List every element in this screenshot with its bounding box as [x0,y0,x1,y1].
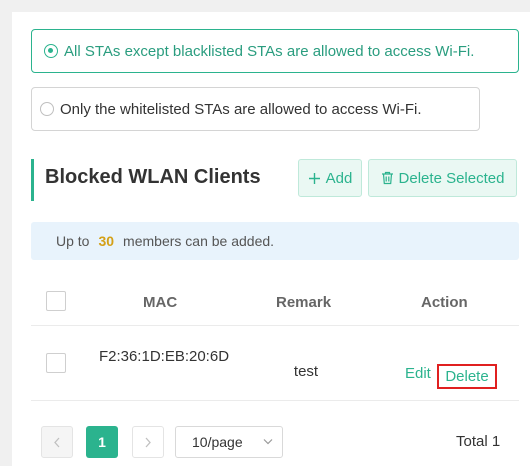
pagination-prev-button[interactable] [41,426,73,458]
select-all-checkbox[interactable] [46,291,66,311]
table-header-divider [31,325,519,326]
add-button-label: Add [325,169,353,187]
notice-suffix: members can be added. [123,233,275,249]
plus-icon [308,172,321,185]
add-button[interactable]: Add [298,159,362,197]
row-edit-link[interactable]: Edit [405,365,431,382]
radio-selected-icon[interactable] [44,44,58,58]
column-header-action: Action [421,294,468,311]
column-header-remark: Remark [276,294,332,311]
chevron-left-icon [54,437,60,447]
radio-unselected-icon[interactable] [40,102,54,116]
row-checkbox[interactable] [46,353,66,373]
notice-prefix: Up to [56,233,90,249]
content-panel: All STAs except blacklisted STAs are all… [12,12,530,466]
trash-icon [381,171,394,185]
radio-option-blacklist-label: All STAs except blacklisted STAs are all… [64,42,475,60]
delete-selected-button[interactable]: Delete Selected [368,159,517,197]
radio-option-blacklist[interactable]: All STAs except blacklisted STAs are all… [31,29,519,73]
delete-selected-button-label: Delete Selected [398,169,505,187]
radio-option-whitelist[interactable]: Only the whitelisted STAs are allowed to… [31,87,480,131]
section-title-accent [31,159,34,201]
row-delete-link[interactable]: Delete [437,364,497,389]
table-row-divider [31,400,519,401]
row-mac: F2:36:1D:EB:20:6D [98,348,230,365]
radio-option-whitelist-label: Only the whitelisted STAs are allowed to… [60,100,422,118]
page-size-select[interactable]: 10/page [175,426,283,458]
column-header-mac: MAC [143,294,178,311]
section-title: Blocked WLAN Clients [45,166,261,188]
pagination-next-button[interactable] [132,426,164,458]
chevron-right-icon [145,437,151,447]
notice-max-count: 30 [98,233,115,249]
pagination-total: Total 1 [456,433,501,450]
pagination-page-1[interactable]: 1 [86,426,118,458]
page-size-value: 10/page [192,434,243,450]
member-limit-notice: Up to 30 members can be added. [31,222,519,260]
row-remark: test [293,363,319,380]
chevron-down-icon [263,438,273,445]
